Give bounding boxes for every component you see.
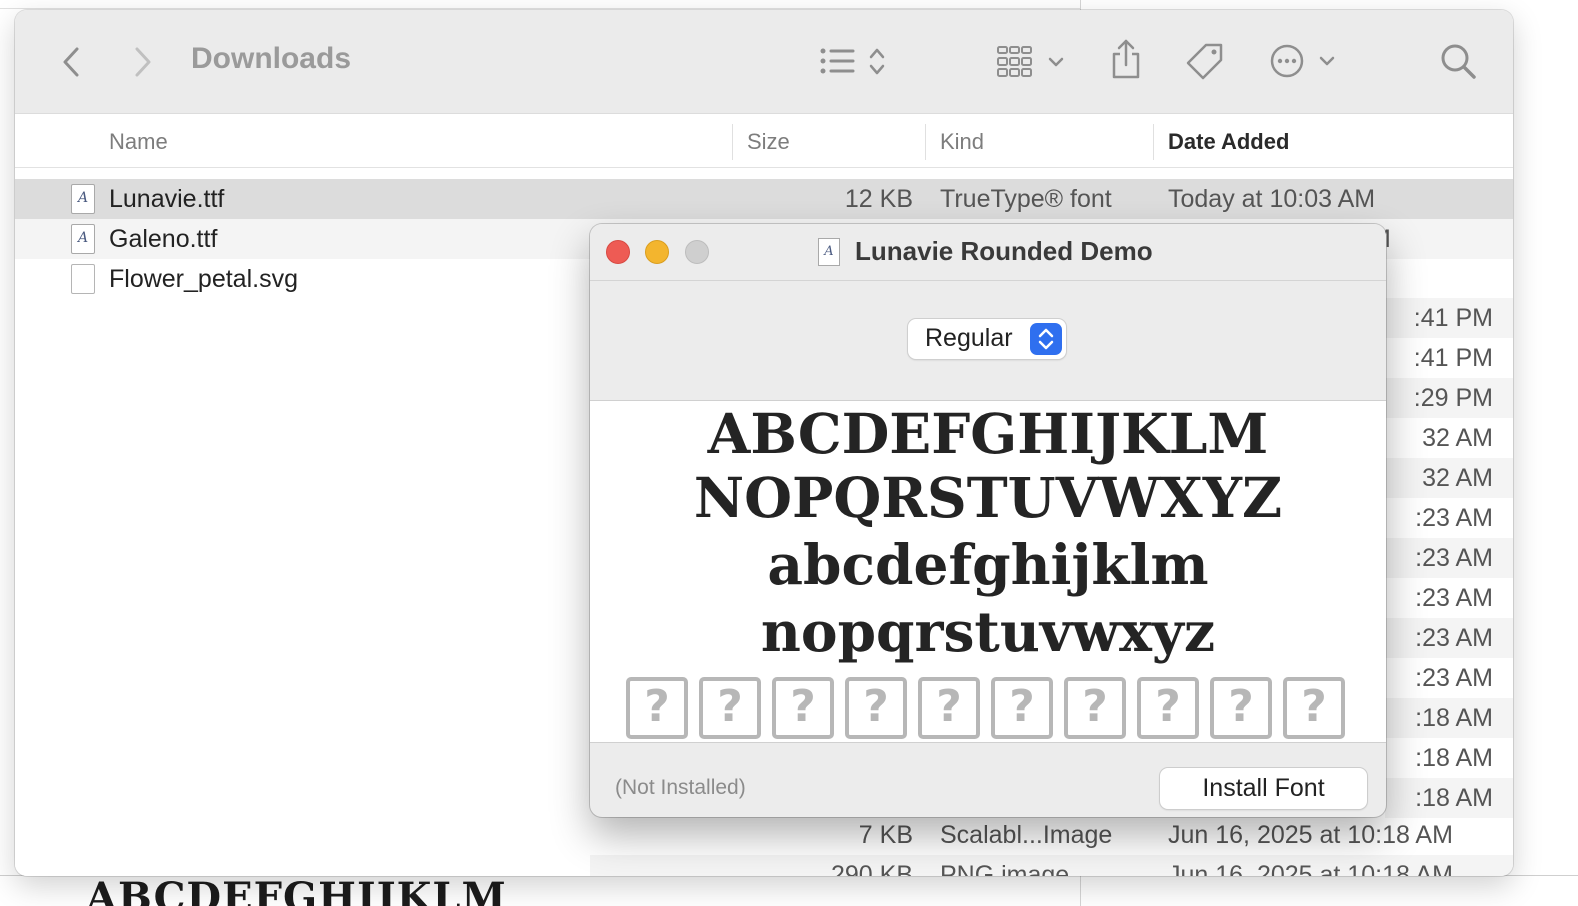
back-chevron-icon[interactable] <box>59 46 83 78</box>
zoom-button <box>685 240 709 264</box>
desktop: ABCDEFGHIJKLM Downloads Name Size Kind D… <box>0 0 1578 906</box>
column-header: Name Size Kind Date Added <box>15 114 1513 168</box>
missing-glyph-icon: ? <box>845 677 907 739</box>
install-font-button[interactable]: Install Font <box>1160 768 1367 809</box>
missing-glyph-icon: ? <box>626 677 688 739</box>
preview-lowercase-line-2: nopqrstuvwxyz <box>760 599 1216 664</box>
dialog-titlebar: A Lunavie Rounded Demo <box>590 224 1386 281</box>
file-kind: Scalabl...Image <box>940 821 1113 849</box>
search-icon[interactable] <box>1439 42 1479 82</box>
preview-uppercase-line-2: NOPQRSTUVWXYZ <box>693 465 1283 530</box>
background-preview-text: ABCDEFGHIJKLM <box>86 878 507 906</box>
date-fragment: :23 AM <box>1385 538 1513 578</box>
list-view-icon[interactable] <box>819 46 891 78</box>
file-name: Lunavie.ttf <box>109 185 225 213</box>
tag-icon[interactable] <box>1184 42 1226 82</box>
date-fragment: :23 AM <box>1415 504 1493 532</box>
column-separator[interactable] <box>925 124 926 160</box>
background-divider-top <box>0 8 1080 9</box>
date-fragment: :18 AM <box>1385 698 1513 738</box>
file-name: Flower_petal.svg <box>109 265 298 293</box>
column-separator[interactable] <box>1153 124 1154 160</box>
missing-glyph-icon: ? <box>1283 677 1345 739</box>
font-preview-window: A Lunavie Rounded Demo Regular ABCDEFGHI… <box>590 224 1386 817</box>
empty-list-area <box>15 295 590 876</box>
file-kind: TrueType® font <box>940 185 1112 213</box>
font-preview-area: ABCDEFGHIJKLM NOPQRSTUVWXYZ abcdefghijkl… <box>590 400 1386 743</box>
file-row[interactable]: A Lunavie.ttf 12 KB TrueType® font Today… <box>15 179 1513 219</box>
date-fragment: :29 PM <box>1385 378 1513 418</box>
date-fragment: 32 AM <box>1385 458 1513 498</box>
date-fragment: :23 AM <box>1415 664 1493 692</box>
file-date: Jun 16, 2025 at 10:18 AM <box>1168 821 1453 849</box>
close-button[interactable] <box>606 240 630 264</box>
date-fragment: :41 PM <box>1385 298 1513 338</box>
dialog-title: Lunavie Rounded Demo <box>855 236 1153 266</box>
file-kind: PNG image <box>940 861 1070 876</box>
file-date: Jun 16, 2025 at 10:18 AM <box>1168 861 1453 876</box>
svg-file-icon <box>71 264 95 294</box>
install-status: (Not Installed) <box>615 776 746 799</box>
font-file-icon: A <box>71 184 95 214</box>
missing-glyph-icon: ? <box>1137 677 1199 739</box>
column-separator[interactable] <box>732 124 733 160</box>
finder-toolbar: Downloads <box>15 10 1513 114</box>
missing-glyph-icon: ? <box>699 677 761 739</box>
font-file-icon: A <box>71 224 95 254</box>
more-actions-icon[interactable] <box>1269 43 1339 79</box>
group-by-icon[interactable] <box>997 45 1067 79</box>
date-fragment: :41 PM <box>1413 344 1493 372</box>
preview-uppercase-line-1: ABCDEFGHIJKLM <box>707 401 1269 466</box>
forward-chevron-icon[interactable] <box>131 46 155 78</box>
stepper-arrows-icon <box>1030 323 1062 355</box>
date-fragment: 32 AM <box>1422 424 1493 452</box>
share-icon[interactable] <box>1109 38 1143 80</box>
missing-glyph-icon: ? <box>991 677 1053 739</box>
missing-glyph-icon: ? <box>1064 677 1126 739</box>
column-name[interactable]: Name <box>109 129 168 155</box>
date-fragment: :18 AM <box>1385 778 1513 818</box>
font-style-value: Regular <box>925 324 1013 352</box>
missing-glyph-icon: ? <box>918 677 980 739</box>
missing-glyph-row: ? ? ? ? ? ? ? ? ? ? <box>626 677 1356 741</box>
missing-glyph-icon: ? <box>1210 677 1272 739</box>
minimize-button[interactable] <box>645 240 669 264</box>
preview-lowercase-line-1: abcdefghijklm <box>767 532 1209 597</box>
file-date: Today at 10:03 AM <box>1168 185 1376 213</box>
font-style-select[interactable]: Regular <box>908 319 1066 359</box>
file-size: 290 KB <box>830 861 913 876</box>
column-size[interactable]: Size <box>747 129 790 155</box>
font-file-icon: A <box>818 238 840 266</box>
date-fragment: :18 AM <box>1415 744 1493 772</box>
window-title: Downloads <box>191 42 352 75</box>
file-size: 7 KB <box>858 821 913 849</box>
missing-glyph-icon: ? <box>772 677 834 739</box>
date-fragment: :23 AM <box>1415 584 1493 612</box>
column-date-added[interactable]: Date Added <box>1168 129 1289 155</box>
date-fragment: :23 AM <box>1385 618 1513 658</box>
file-size: 12 KB <box>844 185 913 213</box>
file-name: Galeno.ttf <box>109 225 218 253</box>
column-kind[interactable]: Kind <box>940 129 984 155</box>
